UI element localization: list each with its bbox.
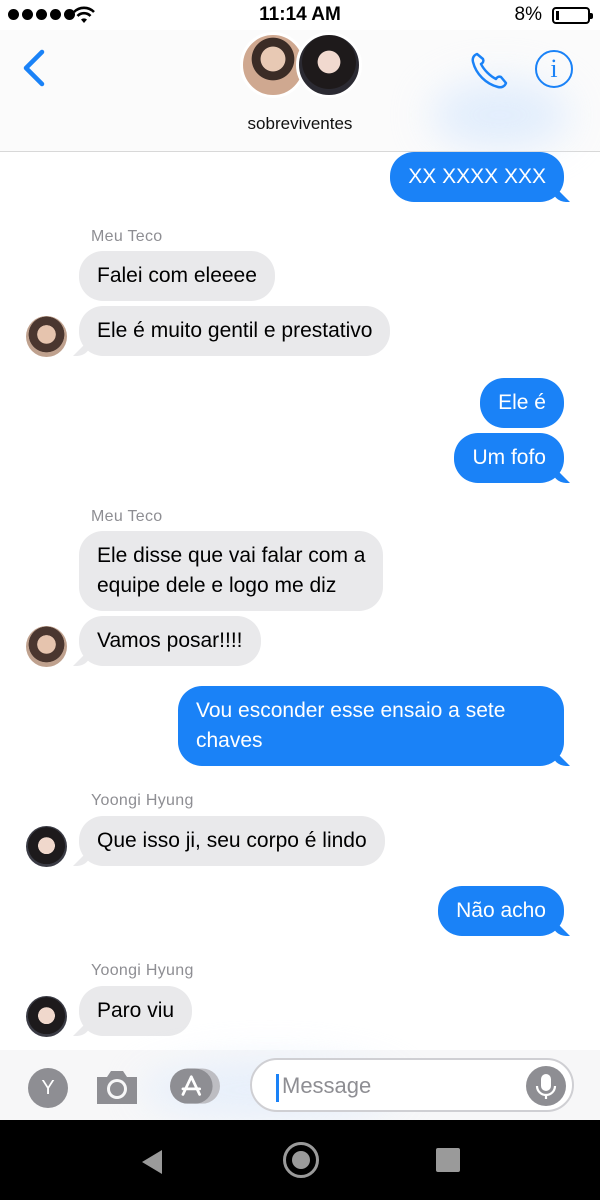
outgoing-message[interactable]: Não acho (438, 886, 564, 936)
info-icon[interactable]: i (535, 50, 573, 88)
back-chevron-icon[interactable] (20, 48, 48, 88)
outgoing-message[interactable]: Vou esconder esse ensaio a sete chaves (178, 686, 564, 766)
group-name[interactable]: sobreviventes (0, 114, 600, 134)
outgoing-message[interactable]: XX XXXX XXX (390, 152, 564, 202)
incoming-message[interactable]: Vamos posar!!!! (79, 616, 261, 666)
incoming-message[interactable]: Falei com eleeee (79, 251, 275, 301)
avatar (26, 626, 67, 667)
phone-icon[interactable] (468, 50, 510, 92)
compose-bar: Y Message (0, 1050, 600, 1120)
avatar (26, 316, 67, 357)
nav-back-icon[interactable] (140, 1148, 164, 1176)
message-input[interactable]: Message (250, 1058, 574, 1112)
battery-icon (552, 7, 593, 24)
system-navigation-bar (0, 1120, 600, 1200)
avatar (26, 826, 67, 867)
app-store-icon[interactable] (170, 1068, 220, 1106)
avatar (26, 996, 67, 1037)
sender-name: Yoongi Hyung (91, 792, 194, 809)
microphone-icon[interactable] (526, 1066, 566, 1106)
status-time: 11:14 AM (259, 4, 341, 25)
outgoing-message[interactable]: Um fofo (454, 433, 564, 483)
message-placeholder: Message (282, 1073, 372, 1098)
nav-home-icon[interactable] (283, 1142, 319, 1178)
incoming-message[interactable]: Paro viu (79, 986, 193, 1036)
sender-name: Meu Teco (91, 228, 163, 245)
group-avatars[interactable] (240, 32, 364, 100)
incoming-message[interactable]: Ele disse que vai falar com a equipe del… (79, 531, 384, 611)
message-thread: XX XXXX XXX Meu Teco Falei com eleeee El… (0, 152, 600, 1050)
incoming-message[interactable]: Que isso ji, seu corpo é lindo (79, 816, 385, 866)
camera-icon[interactable] (94, 1067, 140, 1107)
avatar (296, 32, 362, 98)
text-cursor (276, 1074, 279, 1102)
outgoing-message[interactable]: Ele é (480, 378, 564, 428)
status-bar: 11:14 AM 8% (0, 0, 600, 30)
sender-name: Yoongi Hyung (91, 962, 194, 979)
incoming-message[interactable]: Ele é muito gentil e prestativo (79, 306, 391, 356)
battery-percentage: 8% (514, 4, 542, 25)
sender-name: Meu Teco (91, 508, 163, 525)
app-drawer-button[interactable]: Y (28, 1068, 68, 1108)
conversation-header: sobreviventes i (0, 30, 600, 152)
nav-recent-apps-icon[interactable] (436, 1148, 460, 1172)
